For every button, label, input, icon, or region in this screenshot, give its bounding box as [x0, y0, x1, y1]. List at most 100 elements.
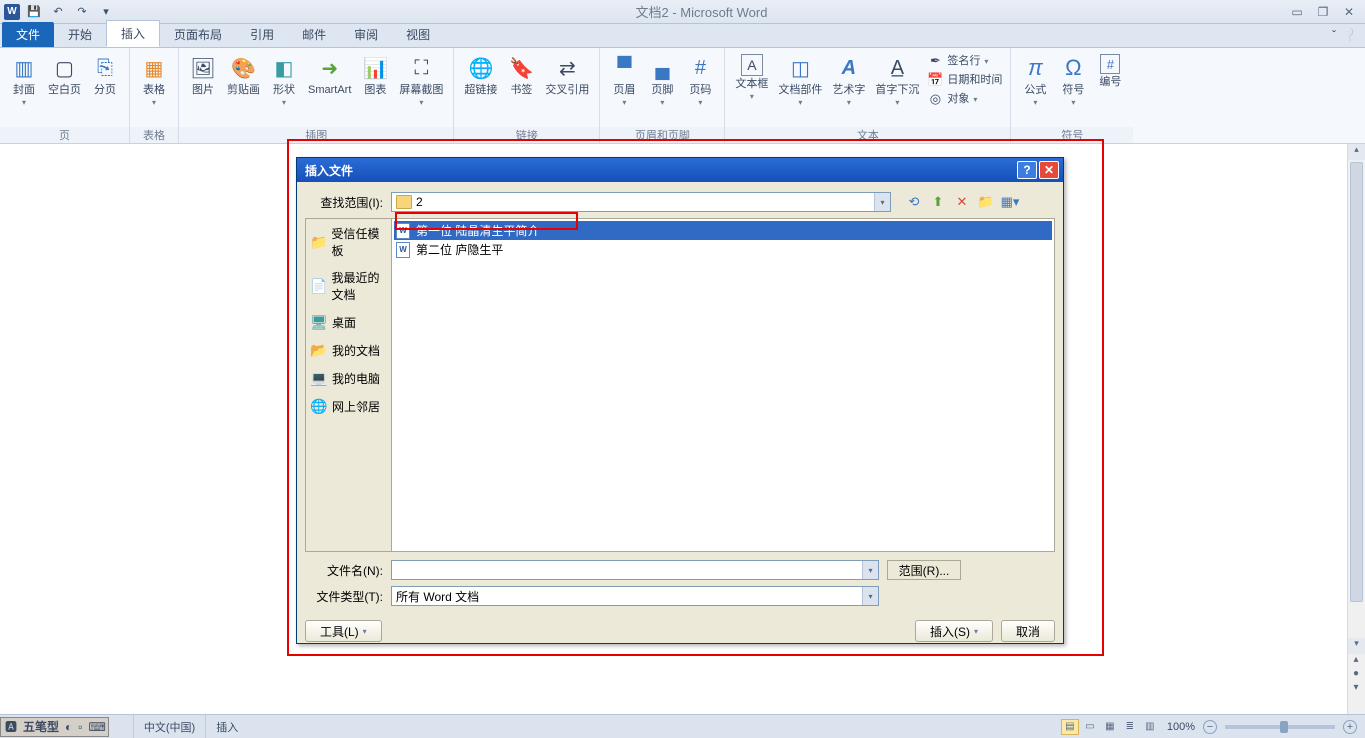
- tab-mailings[interactable]: 邮件: [288, 22, 340, 47]
- equation-button[interactable]: π公式▾: [1017, 52, 1053, 109]
- dialog-help-icon[interactable]: ?: [1017, 161, 1037, 179]
- outline-view-icon[interactable]: ≣: [1121, 719, 1139, 735]
- minimize-icon[interactable]: ▭: [1287, 5, 1307, 19]
- chevron-down-icon[interactable]: ▾: [862, 587, 878, 605]
- place-desktop[interactable]: 🖥桌面: [308, 309, 389, 335]
- dropcap-button[interactable]: A̲首字下沉▾: [871, 52, 923, 109]
- back-icon[interactable]: ⟲: [905, 193, 923, 211]
- zoom-slider-knob[interactable]: [1280, 721, 1288, 733]
- footer-button[interactable]: ▄页脚▾: [644, 52, 680, 109]
- datetime-button[interactable]: 📅日期和时间: [925, 71, 1004, 89]
- delete-icon[interactable]: ✕: [953, 193, 971, 211]
- window-title: 文档2 - Microsoft Word: [116, 2, 1287, 21]
- chevron-down-icon[interactable]: ▾: [874, 193, 890, 211]
- textbox-button[interactable]: A文本框▾: [731, 52, 772, 103]
- place-trusted-templates[interactable]: 📁受信任模板: [308, 221, 389, 263]
- zoom-in-icon[interactable]: +: [1343, 720, 1357, 734]
- new-folder-icon[interactable]: 📁: [977, 193, 995, 211]
- shapes-button[interactable]: ◧形状▾: [266, 52, 302, 109]
- screenshot-button[interactable]: ⛶屏幕截图▾: [395, 52, 447, 109]
- place-my-computer[interactable]: 💻我的电脑: [308, 365, 389, 391]
- bookmark-button[interactable]: 🔖书签: [503, 52, 539, 98]
- zoom-percent[interactable]: 100%: [1161, 721, 1201, 733]
- insert-button[interactable]: 插入(S)▾: [915, 620, 993, 642]
- blank-page-button[interactable]: ▢空白页: [44, 52, 85, 98]
- tab-home[interactable]: 开始: [54, 22, 106, 47]
- filetype-value: 所有 Word 文档: [396, 588, 479, 605]
- file-list[interactable]: W 第一位 陆晶清生平简介 W 第二位 庐隐生平: [391, 218, 1055, 552]
- signature-button[interactable]: ✒签名行▾: [925, 52, 1004, 70]
- number-icon: #: [1100, 54, 1120, 74]
- views-icon[interactable]: ▦▾: [1001, 193, 1019, 211]
- save-icon[interactable]: 💾: [24, 3, 44, 21]
- ime-kbd-icon[interactable]: ⌨: [87, 720, 108, 734]
- tab-view[interactable]: 视图: [392, 22, 444, 47]
- dialog-titlebar[interactable]: 插入文件 ? ✕: [297, 158, 1063, 182]
- object-button[interactable]: ◎对象▾: [925, 90, 1004, 108]
- file-item[interactable]: W 第二位 庐隐生平: [394, 240, 1052, 259]
- scroll-thumb[interactable]: [1350, 162, 1363, 602]
- next-page-icon[interactable]: ▾: [1348, 682, 1364, 696]
- picture-button[interactable]: 🖼图片: [185, 52, 221, 98]
- quickparts-button[interactable]: ◫文档部件▾: [774, 52, 826, 109]
- ime-mode-icon[interactable]: ◐: [63, 720, 74, 734]
- window-controls: ▭ ❐ ✕: [1287, 5, 1365, 19]
- tab-file[interactable]: 文件: [2, 22, 54, 47]
- symbol-button[interactable]: Ω符号▾: [1055, 52, 1091, 109]
- crossref-button[interactable]: ⇄交叉引用: [541, 52, 593, 98]
- tab-page-layout[interactable]: 页面布局: [160, 22, 236, 47]
- number-button[interactable]: #编号: [1093, 52, 1127, 90]
- browse-object-icon[interactable]: ●: [1348, 668, 1364, 682]
- page-number-icon: #: [686, 54, 714, 82]
- draft-view-icon[interactable]: ▥: [1141, 719, 1159, 735]
- ime-punct-icon[interactable]: ▫: [76, 720, 84, 734]
- status-language[interactable]: 中文(中国): [133, 715, 205, 738]
- place-my-documents[interactable]: 📂我的文档: [308, 337, 389, 363]
- help-icon[interactable]: ❔: [1342, 28, 1357, 42]
- smartart-button[interactable]: ➜SmartArt: [304, 52, 355, 98]
- place-recent-docs[interactable]: 📄我最近的文档: [308, 265, 389, 307]
- scroll-up-icon[interactable]: ▴: [1348, 144, 1365, 160]
- close-icon[interactable]: ✕: [1339, 5, 1359, 19]
- cancel-button[interactable]: 取消: [1001, 620, 1055, 642]
- clipart-button[interactable]: 🎨剪贴画: [223, 52, 264, 98]
- redo-icon[interactable]: ↷: [72, 3, 92, 21]
- page-number-button[interactable]: #页码▾: [682, 52, 718, 109]
- range-button[interactable]: 范围(R)...: [887, 560, 961, 580]
- vertical-scrollbar[interactable]: ▴ ▾ ▴ ● ▾: [1347, 144, 1365, 714]
- undo-icon[interactable]: ↶: [48, 3, 68, 21]
- wordart-button[interactable]: A艺术字▾: [828, 52, 869, 109]
- ime-toolbar[interactable]: 🅰 五笔型 ◐ ▫ ⌨: [0, 717, 109, 737]
- qat-customize-icon[interactable]: ▾: [96, 3, 116, 21]
- tools-button[interactable]: 工具(L)▾: [305, 620, 382, 642]
- place-network[interactable]: 🌐网上邻居: [308, 393, 389, 419]
- dialog-close-icon[interactable]: ✕: [1039, 161, 1059, 179]
- page-break-button[interactable]: ⎘分页: [87, 52, 123, 98]
- zoom-slider[interactable]: [1225, 725, 1335, 729]
- chart-button[interactable]: 📊图表: [357, 52, 393, 98]
- chevron-down-icon[interactable]: ▾: [862, 561, 878, 579]
- group-label-tables: 表格: [130, 127, 178, 143]
- look-in-value: 2: [416, 195, 423, 209]
- look-in-combo[interactable]: 2 ▾: [391, 192, 891, 212]
- hyperlink-button[interactable]: 🌐超链接: [460, 52, 501, 98]
- up-icon[interactable]: ⬆: [929, 193, 947, 211]
- print-layout-view-icon[interactable]: ▤: [1061, 719, 1079, 735]
- zoom-out-icon[interactable]: −: [1203, 720, 1217, 734]
- table-button[interactable]: ▦表格▾: [136, 52, 172, 109]
- web-layout-view-icon[interactable]: ▦: [1101, 719, 1119, 735]
- header-button[interactable]: ▀页眉▾: [606, 52, 642, 109]
- filename-combo[interactable]: ▾: [391, 560, 879, 580]
- filetype-combo[interactable]: 所有 Word 文档 ▾: [391, 586, 879, 606]
- restore-icon[interactable]: ❐: [1313, 5, 1333, 19]
- scroll-down-icon[interactable]: ▾: [1348, 638, 1365, 654]
- tab-review[interactable]: 审阅: [340, 22, 392, 47]
- tab-insert[interactable]: 插入: [106, 20, 160, 47]
- cover-page-button[interactable]: ▥封面▾: [6, 52, 42, 109]
- prev-page-icon[interactable]: ▴: [1348, 654, 1364, 668]
- fullscreen-reading-view-icon[interactable]: ▭: [1081, 719, 1099, 735]
- word-app-icon[interactable]: W: [4, 4, 20, 20]
- ribbon-minimize-icon[interactable]: ˇ: [1332, 28, 1336, 42]
- tab-references[interactable]: 引用: [236, 22, 288, 47]
- status-insert-mode[interactable]: 插入: [205, 715, 248, 738]
